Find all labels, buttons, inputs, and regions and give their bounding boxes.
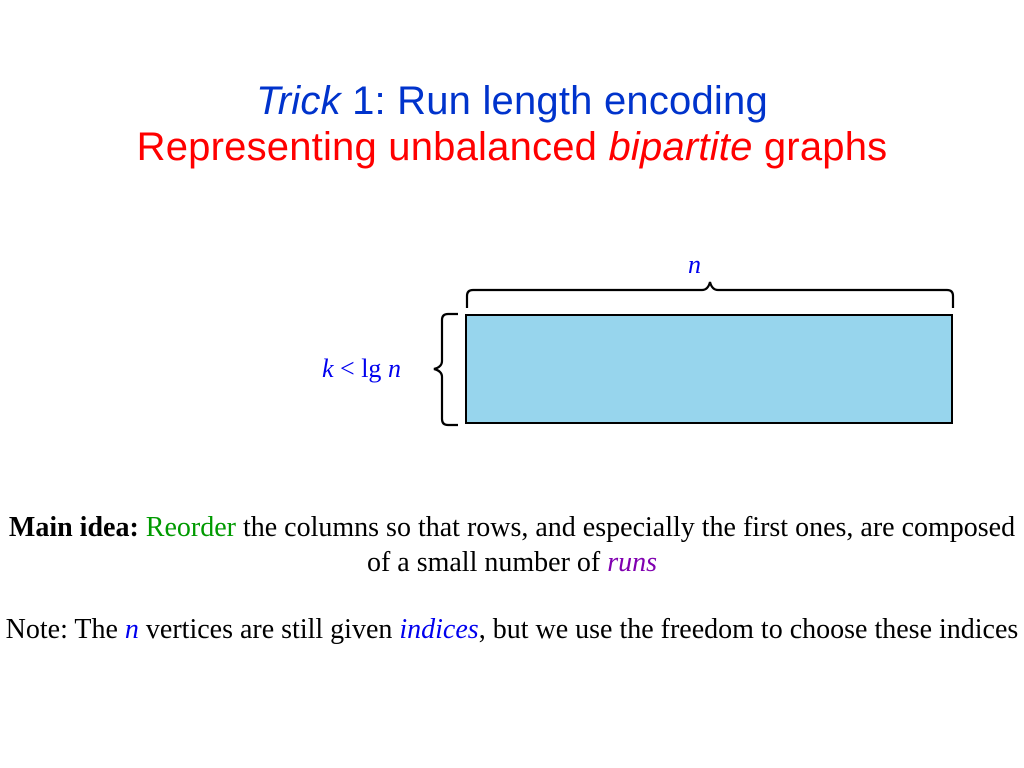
main-idea-label: Main idea: — [9, 512, 139, 543]
k-lt-lg: < lg — [334, 354, 382, 383]
matrix-rectangle — [465, 314, 953, 424]
slide-title: Trick 1: Run length encoding Representin… — [0, 0, 1024, 170]
note-post: , but we use the freedom to choose these… — [479, 614, 1019, 645]
note-n: n — [125, 614, 139, 645]
n-dimension-label: n — [688, 250, 701, 280]
main-idea-text: Main idea: Reorder the columns so that r… — [0, 510, 1024, 580]
title-trick-rest: 1: Run length encoding — [341, 79, 768, 123]
title-line2-italic: bipartite — [608, 125, 752, 169]
top-brace-icon — [465, 278, 955, 310]
title-line2-post: graphs — [753, 125, 888, 169]
note-pre: Note: The — [6, 614, 125, 645]
note-text: Note: The n vertices are still given ind… — [0, 612, 1024, 647]
title-trick-word: Trick — [256, 79, 341, 123]
runs-word: runs — [607, 547, 657, 578]
reorder-word: Reorder — [139, 512, 236, 543]
k-dimension-label: k < lg n — [322, 354, 401, 384]
k-var: k — [322, 354, 334, 383]
title-line-2: Representing unbalanced bipartite graphs — [0, 124, 1024, 170]
note-mid: vertices are still given — [139, 614, 399, 645]
title-line2-pre: Representing unbalanced — [137, 125, 609, 169]
title-line-1: Trick 1: Run length encoding — [0, 78, 1024, 124]
note-indices: indices — [399, 614, 478, 645]
left-brace-icon — [422, 312, 460, 427]
matrix-diagram: n k < lg n — [160, 250, 860, 480]
k-n-var: n — [388, 354, 401, 383]
